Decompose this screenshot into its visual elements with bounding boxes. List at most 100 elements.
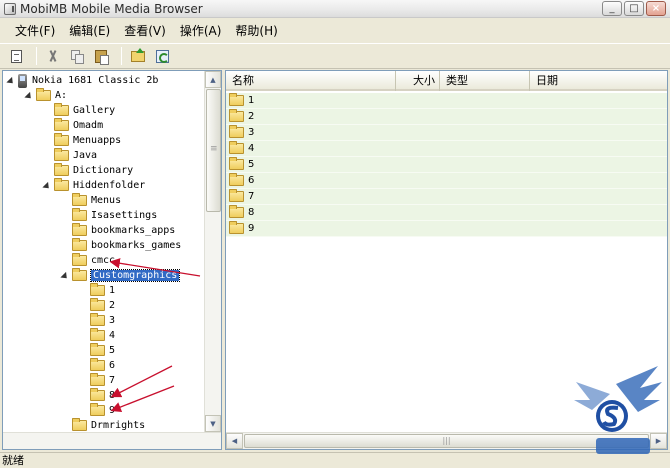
folder-icon (90, 313, 105, 326)
tree-node[interactable]: Menuapps (43, 133, 121, 148)
properties-icon (10, 49, 22, 63)
title-bar: MobiMB Mobile Media Browser _ □ × (0, 0, 670, 18)
tree-node[interactable]: bookmarks_games (61, 238, 181, 253)
scroll-left-button[interactable]: ◀ (226, 433, 243, 449)
folder-icon (54, 133, 69, 146)
tree-node[interactable]: bookmarks_apps (61, 223, 175, 238)
cut-button[interactable] (43, 46, 63, 66)
folder-icon (90, 328, 105, 341)
tree-node[interactable]: 5 (79, 343, 115, 358)
tree-node[interactable]: Dictionary (43, 163, 133, 178)
watermark-logo (574, 366, 662, 454)
column-header-type[interactable]: 类型 (440, 71, 530, 91)
folder-icon (229, 109, 244, 122)
scroll-down-button[interactable]: ▼ (205, 415, 221, 432)
tree-node[interactable]: Menus (61, 193, 121, 208)
folder-icon (90, 283, 105, 296)
close-button[interactable]: × (646, 1, 666, 16)
menu-view[interactable]: 查看(V) (117, 22, 173, 39)
list-item[interactable]: 5 (226, 157, 667, 173)
list-item[interactable]: 7 (226, 189, 667, 205)
tree-node[interactable]: 6 (79, 358, 115, 373)
list-item[interactable]: 8 (226, 205, 667, 221)
scroll-up-button[interactable]: ▲ (205, 71, 221, 88)
menu-action[interactable]: 操作(A) (173, 22, 229, 39)
folder-icon (36, 88, 51, 101)
tree-node-label: 9 (109, 405, 116, 416)
properties-button[interactable] (6, 46, 26, 66)
tree-node[interactable]: 1 (79, 283, 115, 298)
column-header-size[interactable]: 大小 (396, 71, 440, 91)
tree-node[interactable]: A: (25, 88, 67, 103)
expand-toggle-icon[interactable] (43, 182, 51, 190)
status-text: 就绪 (2, 454, 24, 467)
tree-node[interactable]: 7 (79, 373, 115, 388)
folder-icon (72, 208, 87, 221)
folder-icon (54, 118, 69, 131)
column-header-date[interactable]: 日期 (530, 71, 667, 91)
tree-horizontal-scrollbar[interactable] (3, 432, 221, 449)
tree-node-label: 3 (109, 315, 116, 326)
tree-node[interactable]: 3 (79, 313, 115, 328)
tree-node[interactable]: 4 (79, 328, 115, 343)
folder-icon (90, 403, 105, 416)
window-title: MobiMB Mobile Media Browser (20, 1, 203, 16)
menu-file[interactable]: 文件(F) (8, 22, 62, 39)
tree-node-label: Hiddenfolder (73, 180, 146, 191)
up-folder-button[interactable] (128, 46, 148, 66)
list-item[interactable]: 2 (226, 109, 667, 125)
folder-tree-pane[interactable]: Nokia 1681 Classic 2b A: Gallery Omadm Menua… (2, 70, 222, 450)
tree-node[interactable]: Drmrights (61, 418, 145, 433)
tree-node[interactable]: 2 (79, 298, 115, 313)
maximize-button[interactable]: □ (624, 1, 644, 16)
tree-node[interactable]: Isasettings (61, 208, 157, 223)
paste-button[interactable] (91, 46, 111, 66)
list-item-name: 1 (248, 95, 255, 106)
list-item[interactable]: 6 (226, 173, 667, 189)
tree-node-label: Java (73, 150, 98, 161)
copy-button[interactable] (67, 46, 87, 66)
tree-node[interactable]: Java (43, 148, 97, 163)
list-item[interactable]: 3 (226, 125, 667, 141)
refresh-button[interactable] (152, 46, 172, 66)
scroll-thumb[interactable] (206, 89, 221, 212)
tree-node-label: Nokia 1681 Classic 2b (32, 75, 159, 86)
tree-node[interactable]: Customgraphics (61, 268, 181, 283)
menu-edit[interactable]: 编辑(E) (62, 22, 117, 39)
expand-toggle-icon[interactable] (25, 92, 33, 100)
tree-vertical-scrollbar[interactable]: ▲ ▼ (204, 71, 221, 432)
folder-icon (72, 193, 87, 206)
tree-node-label: Drmrights (91, 420, 146, 431)
folder-icon (229, 173, 244, 186)
list-item[interactable]: 1 (226, 93, 667, 109)
tree-node-label: Gallery (73, 105, 116, 116)
tree-node[interactable]: 8 (79, 388, 115, 403)
expand-toggle-icon[interactable] (61, 272, 69, 280)
tree-node[interactable]: Gallery (43, 103, 115, 118)
list-item-name: 5 (248, 159, 255, 170)
tree-node[interactable]: cmcc (61, 253, 115, 268)
list-item[interactable]: 4 (226, 141, 667, 157)
tree-node[interactable]: Hiddenfolder (43, 178, 145, 193)
tree-node[interactable]: Omadm (43, 118, 103, 133)
folder-icon (72, 418, 87, 431)
tree-node[interactable]: Nokia 1681 Classic 2b (7, 73, 158, 88)
folder-icon (229, 141, 244, 154)
folder-icon (72, 238, 87, 251)
tree-node-label: 7 (109, 375, 116, 386)
list-item-name: 8 (248, 207, 255, 218)
minimize-button[interactable]: _ (602, 1, 622, 16)
expand-toggle-icon[interactable] (7, 77, 15, 85)
tree-node-label: 5 (109, 345, 116, 356)
folder-icon (54, 163, 69, 176)
column-header-name[interactable]: 名称 (226, 71, 396, 91)
list-item[interactable]: 9 (226, 221, 667, 237)
tree-node-label: A: (55, 90, 68, 101)
tree-node[interactable]: 9 (79, 403, 115, 418)
menu-help[interactable]: 帮助(H) (228, 22, 284, 39)
